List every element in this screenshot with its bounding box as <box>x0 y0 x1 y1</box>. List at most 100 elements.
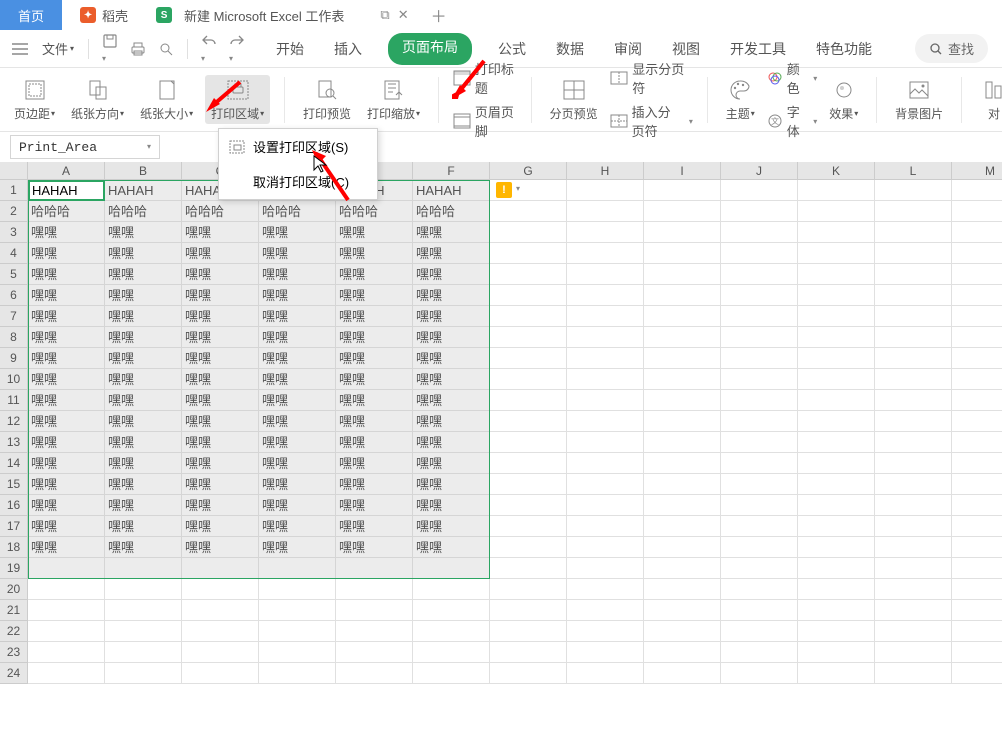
cell[interactable] <box>28 621 105 642</box>
search-box[interactable]: 查找 <box>915 34 988 63</box>
cell[interactable] <box>798 285 875 306</box>
cell[interactable] <box>644 180 721 201</box>
cell[interactable] <box>952 474 1002 495</box>
cell[interactable] <box>721 432 798 453</box>
cell[interactable]: 嘿嘿 <box>259 453 336 474</box>
cell[interactable] <box>28 558 105 579</box>
row-header[interactable]: 13 <box>0 432 28 453</box>
cell[interactable]: 嘿嘿 <box>336 537 413 558</box>
cell[interactable]: 嘿嘿 <box>336 348 413 369</box>
cell[interactable] <box>644 243 721 264</box>
cell[interactable] <box>798 327 875 348</box>
cell[interactable] <box>490 663 567 684</box>
cell[interactable] <box>798 537 875 558</box>
cell[interactable]: 嘿嘿 <box>28 516 105 537</box>
cell[interactable] <box>336 642 413 663</box>
cell[interactable] <box>952 222 1002 243</box>
cell[interactable]: 哈哈哈 <box>413 201 490 222</box>
cell[interactable] <box>567 306 644 327</box>
cell[interactable] <box>875 600 952 621</box>
cell[interactable] <box>182 621 259 642</box>
cell[interactable]: 嘿嘿 <box>182 516 259 537</box>
cell[interactable] <box>875 348 952 369</box>
cell[interactable]: 嘿嘿 <box>413 369 490 390</box>
menu-tab-4[interactable]: 数据 <box>552 33 588 65</box>
row-header[interactable]: 12 <box>0 411 28 432</box>
cell[interactable]: 嘿嘿 <box>336 285 413 306</box>
cell[interactable] <box>644 390 721 411</box>
cell[interactable]: 嘿嘿 <box>259 369 336 390</box>
cell[interactable]: 嘿嘿 <box>105 453 182 474</box>
cell[interactable] <box>875 537 952 558</box>
cell[interactable] <box>721 201 798 222</box>
row-header[interactable]: 2 <box>0 201 28 222</box>
cell[interactable] <box>644 411 721 432</box>
cell[interactable] <box>28 579 105 600</box>
cell[interactable] <box>644 306 721 327</box>
cell[interactable]: 嘿嘿 <box>259 348 336 369</box>
cell[interactable] <box>798 369 875 390</box>
cell[interactable]: 嘿嘿 <box>28 222 105 243</box>
cell[interactable] <box>875 411 952 432</box>
row-header[interactable]: 24 <box>0 663 28 684</box>
row-header[interactable]: 20 <box>0 579 28 600</box>
cell[interactable] <box>105 579 182 600</box>
cell[interactable] <box>875 432 952 453</box>
row-header[interactable]: 4 <box>0 243 28 264</box>
cell[interactable] <box>644 621 721 642</box>
cell[interactable] <box>721 327 798 348</box>
cell[interactable] <box>875 495 952 516</box>
row-header[interactable]: 6 <box>0 285 28 306</box>
cell[interactable]: 哈哈哈 <box>259 201 336 222</box>
cell[interactable]: 嘿嘿 <box>336 390 413 411</box>
cell[interactable] <box>490 306 567 327</box>
cell[interactable] <box>952 411 1002 432</box>
row-header[interactable]: 16 <box>0 495 28 516</box>
cell[interactable] <box>644 600 721 621</box>
cell[interactable]: 嘿嘿 <box>182 222 259 243</box>
cell[interactable] <box>721 369 798 390</box>
cell[interactable] <box>875 579 952 600</box>
cell[interactable]: 哈哈哈 <box>336 201 413 222</box>
row-header[interactable]: 11 <box>0 390 28 411</box>
cell[interactable]: 嘿嘿 <box>105 264 182 285</box>
cell[interactable] <box>721 663 798 684</box>
menu-tab-1[interactable]: 插入 <box>330 33 366 65</box>
cell[interactable] <box>490 600 567 621</box>
cell[interactable] <box>567 621 644 642</box>
cell[interactable] <box>798 306 875 327</box>
cell[interactable]: 嘿嘿 <box>182 264 259 285</box>
cell[interactable]: 嘿嘿 <box>336 327 413 348</box>
background-button[interactable]: 背景图片 <box>891 75 947 124</box>
cell[interactable]: 嘿嘿 <box>182 537 259 558</box>
row-header[interactable]: 15 <box>0 474 28 495</box>
cell[interactable] <box>567 180 644 201</box>
cell[interactable]: 嘿嘿 <box>105 495 182 516</box>
cell[interactable] <box>567 411 644 432</box>
cell[interactable]: 哈哈哈 <box>182 201 259 222</box>
cell[interactable] <box>798 558 875 579</box>
cell[interactable] <box>875 516 952 537</box>
margins-button[interactable]: 页边距▾ <box>10 75 59 124</box>
cell[interactable] <box>105 600 182 621</box>
cell[interactable]: 嘿嘿 <box>105 411 182 432</box>
cell[interactable] <box>798 600 875 621</box>
cell[interactable]: 嘿嘿 <box>28 264 105 285</box>
print-area-button[interactable]: 打印区域▾ <box>205 75 270 124</box>
cell[interactable] <box>567 264 644 285</box>
cell[interactable]: 嘿嘿 <box>336 222 413 243</box>
tab-document[interactable]: S 新建 Microsoft Excel 工作表 ⧉ ✕ <box>146 0 419 30</box>
cell[interactable] <box>105 558 182 579</box>
cell[interactable]: 嘿嘿 <box>336 411 413 432</box>
cell[interactable]: 嘿嘿 <box>413 390 490 411</box>
cell[interactable]: HAHAH <box>105 180 182 201</box>
cell[interactable] <box>567 432 644 453</box>
warning-badge-icon[interactable]: ! <box>496 182 512 198</box>
cell[interactable] <box>567 285 644 306</box>
cell[interactable]: 嘿嘿 <box>259 306 336 327</box>
window-restore-icon[interactable]: ⧉ <box>380 7 389 23</box>
cell[interactable] <box>721 537 798 558</box>
warning-dropdown-icon[interactable]: ▾ <box>516 184 520 193</box>
cell[interactable]: 嘿嘿 <box>182 348 259 369</box>
tab-add[interactable]: ＋ <box>419 0 459 30</box>
